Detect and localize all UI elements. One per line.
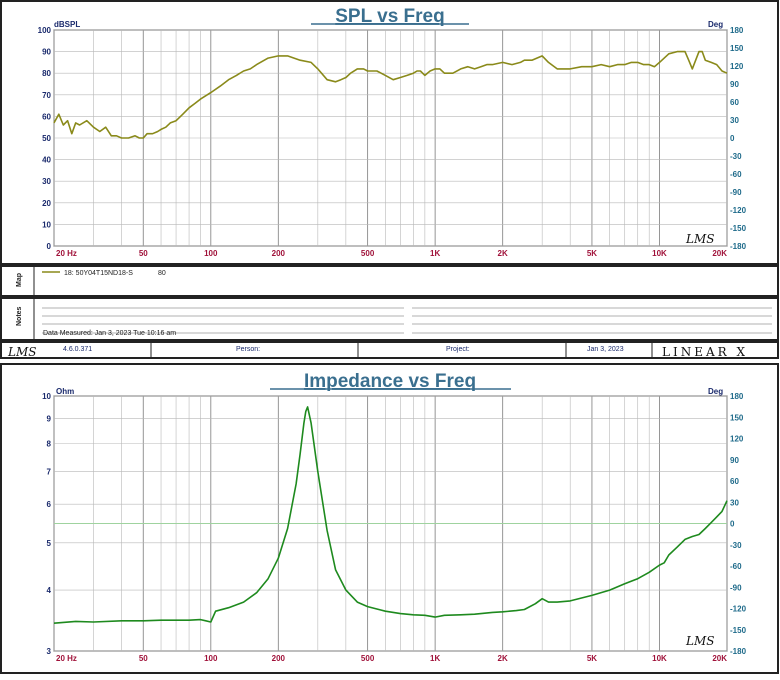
spl-watermark: LMS (685, 232, 714, 246)
spl-y-tick: 80 (42, 69, 51, 78)
imp-y2-tick: 60 (730, 477, 739, 486)
spl-y-tick: 40 (42, 156, 51, 165)
spl-y2-tick: -150 (730, 224, 747, 233)
legend-entry-label: 18: 50Y04T15ND18-S (64, 270, 133, 277)
imp-y-tick: 8 (47, 439, 52, 448)
imp-x-tick: 20K (712, 654, 727, 663)
imp-y-tick: 3 (47, 647, 52, 656)
footer-project-label: Project: (446, 346, 470, 353)
spl-y2-tick: -90 (730, 188, 742, 197)
spl-y2-tick: 30 (730, 116, 739, 125)
imp-y2-tick: 0 (730, 520, 735, 529)
spl-y2-tick: 90 (730, 80, 739, 89)
spl-y2-tick: 0 (730, 134, 735, 143)
spl-y-tick: 30 (42, 177, 51, 186)
spl-x-tick: 10K (652, 249, 667, 258)
legend-entry-value: 80 (158, 270, 166, 277)
spl-y2-tick: -30 (730, 152, 742, 161)
spl-x-tick: 2K (498, 249, 508, 258)
footer-date: Jan 3, 2023 (587, 346, 624, 353)
spl-y2-tick: -120 (730, 206, 747, 215)
imp-y2-tick: 120 (730, 435, 744, 444)
spl-left-unit: dBSPL (54, 20, 80, 29)
imp-x-tick: 500 (361, 654, 375, 663)
imp-y-tick: 10 (42, 392, 51, 401)
spl-y2-tick: 120 (730, 62, 744, 71)
imp-x-tick: 50 (139, 654, 148, 663)
imp-y-tick: 6 (47, 500, 52, 509)
imp-y2-tick: -150 (730, 626, 747, 635)
spl-y-tick: 70 (42, 91, 51, 100)
imp-y2-tick: -30 (730, 541, 742, 550)
imp-y2-tick: -180 (730, 647, 747, 656)
imp-right-unit: Deg (708, 387, 723, 396)
imp-x-tick: 20 Hz (56, 654, 77, 663)
footer-brand: LINEAR X (662, 345, 748, 359)
measurement-sheet: SPL vs Freq dBSPL Deg 100 90 80 70 60 50 40 30 2… (0, 0, 780, 675)
spl-y2-tick: 150 (730, 44, 744, 53)
spl-x-tick: 50 (139, 249, 148, 258)
spl-y-tick: 90 (42, 48, 51, 57)
spl-y-tick: 20 (42, 199, 51, 208)
spl-right-unit: Deg (708, 20, 723, 29)
spl-y-tick: 100 (38, 26, 52, 35)
imp-y-tick: 9 (47, 414, 52, 423)
imp-y2-tick: -120 (730, 605, 747, 614)
imp-x-tick: 100 (204, 654, 218, 663)
imp-y-tick: 5 (47, 539, 52, 548)
spl-y2-tick: -60 (730, 170, 742, 179)
footer-version: 4.6.0.371 (63, 346, 92, 353)
imp-x-tick: 10K (652, 654, 667, 663)
imp-watermark: LMS (685, 634, 714, 648)
imp-y2-tick: 180 (730, 392, 744, 401)
spl-x-tick: 500 (361, 249, 375, 258)
spl-x-tick: 5K (587, 249, 597, 258)
notes-side-label: Notes (16, 306, 23, 326)
spl-y-tick: 10 (42, 220, 51, 229)
imp-x-tick: 200 (272, 654, 286, 663)
spl-y-tick: 0 (47, 242, 52, 251)
spl-y2-tick: -180 (730, 242, 747, 251)
imp-x-tick: 5K (587, 654, 597, 663)
imp-y2-tick: 30 (730, 498, 739, 507)
spl-x-tick: 20K (712, 249, 727, 258)
footer-person-label: Person: (236, 346, 260, 353)
spl-x-tick: 20 Hz (56, 249, 77, 258)
map-side-label: Map (16, 273, 23, 287)
imp-x-tick: 1K (430, 654, 440, 663)
spl-x-tick: 1K (430, 249, 440, 258)
imp-y2-tick: -60 (730, 562, 742, 571)
imp-left-unit: Ohm (56, 387, 74, 396)
measurement-canvas: SPL vs Freq dBSPL Deg 100908070605040302… (0, 0, 779, 674)
imp-y2-tick: -90 (730, 583, 742, 592)
imp-x-tick: 2K (498, 654, 508, 663)
notes-measured-text: Data Measured: Jan 3, 2023 Tue 10:16 am (43, 330, 176, 337)
spl-y2-tick: 180 (730, 26, 744, 35)
imp-y2-tick: 150 (730, 413, 744, 422)
spl-y2-tick: 60 (730, 98, 739, 107)
footer-logo: LMS (7, 345, 36, 359)
imp-y2-tick: 90 (730, 456, 739, 465)
spl-y-tick: 60 (42, 112, 51, 121)
imp-y-tick: 4 (47, 586, 52, 595)
spl-y-tick: 50 (42, 134, 51, 143)
spl-x-tick: 100 (204, 249, 218, 258)
spl-x-tick: 200 (272, 249, 286, 258)
imp-y-tick: 7 (47, 468, 52, 477)
